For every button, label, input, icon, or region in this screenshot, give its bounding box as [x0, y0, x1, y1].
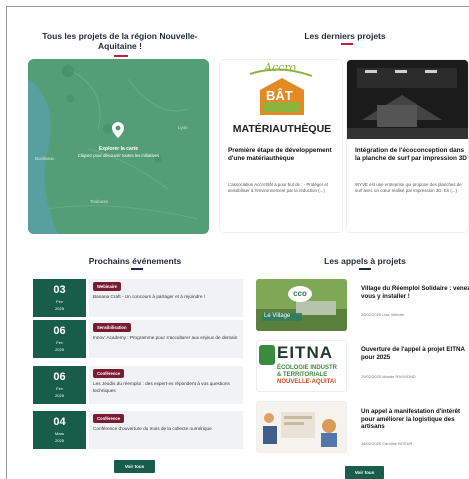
event-badge: Conférence [93, 369, 125, 378]
logo-text: MATÉRIAUTHÈQUE [232, 123, 332, 135]
event-title[interactable]: Les Jeudis du réemploi : des expert·es r… [93, 381, 239, 394]
project-card[interactable]: Accro BÂT MATÉRIAUTHÈQUE Première étape … [219, 59, 343, 233]
call-meta: 29/02/2025 Maude RAYMOND [361, 374, 416, 379]
event-title[interactable]: Banana Craft - Un concours à partager et… [93, 294, 239, 301]
eitna-subtitle-1: ÉCOLOGIE INDUSTR [277, 365, 338, 371]
call-item[interactable]: Un appel à manifestation d'intérêt pour … [256, 401, 469, 453]
call-title[interactable]: Ouverture de l'appel à projet EITNA pour… [361, 346, 469, 361]
event-item[interactable]: 06 Fev 2025 Conférence Les Jeudis du rée… [33, 366, 243, 404]
event-month: Mars [55, 431, 64, 436]
event-body[interactable]: Conférence Conférence d'ouverture du moi… [89, 411, 243, 449]
title-underline [114, 55, 128, 57]
events-see-all-button[interactable]: Voir tous [114, 460, 155, 473]
logo-main: BÂT [266, 88, 293, 103]
call-title[interactable]: Village du Réemploi Solidaire : venez vo… [361, 285, 469, 300]
event-date: 04 Mars 2025 [33, 411, 86, 449]
event-badge: Webinaire [93, 282, 121, 291]
project-image: Accro BÂT MATÉRIAUTHÈQUE [220, 60, 342, 139]
event-date: 03 Fev 2025 [33, 279, 86, 317]
map-place-label: Lyon [178, 125, 188, 130]
title-underline [341, 43, 353, 45]
event-day: 03 [53, 284, 66, 296]
event-body[interactable]: Webinaire Banana Craft - Un concours à p… [89, 279, 243, 317]
event-title[interactable]: Conférence d'ouverture du mois de la col… [93, 426, 239, 433]
projects-map[interactable]: Bordeaux Toulouse Lyon Explorer la carte… [28, 59, 209, 234]
cco-logo: cco [288, 286, 312, 302]
call-item[interactable]: EITNA ÉCOLOGIE INDUSTR & TERRITORIALE NO… [256, 340, 469, 392]
section-title-events: Prochains événements [88, 256, 182, 266]
section-title-latest-projects: Les derniers projets [304, 31, 386, 41]
call-meta: 28/02/2025 Lisa Vetterle [361, 312, 405, 317]
event-day: 04 [53, 416, 66, 428]
map-pin-icon [112, 122, 124, 138]
map-cta-subtitle: Cliquez pour découvrir toutes les initia… [77, 153, 160, 158]
event-body[interactable]: Sensibilisation Innov' Academy : Program… [89, 320, 243, 358]
project-title[interactable]: Première étape de développement d'une ma… [228, 147, 340, 163]
section-title-projects-map: Tous les projets de la région Nouvelle-A… [42, 31, 198, 51]
eitna-subtitle-3: NOUVELLE-AQUITAI [277, 379, 336, 385]
event-day: 06 [53, 325, 66, 337]
event-body[interactable]: Conférence Les Jeudis du réemploi : des … [89, 366, 243, 404]
call-image [256, 401, 347, 453]
project-description: L'association Accro'Bât a pour but de : … [228, 182, 329, 193]
project-image [347, 60, 468, 139]
event-item[interactable]: 03 Fev 2025 Webinaire Banana Craft - Un … [33, 279, 243, 317]
event-year: 2025 [55, 306, 64, 311]
project-description: WYVE est une entreprise qui propose des … [355, 182, 462, 193]
eitna-logo-text: EITNA [277, 343, 333, 362]
workshop-photo [347, 60, 468, 139]
section-title-calls: Les appels à projets [324, 256, 406, 266]
eitna-logo-icon [259, 345, 275, 365]
image-caption: Le Village [264, 313, 291, 319]
project-title[interactable]: Intégration de l'écoconception dans la p… [355, 147, 467, 163]
title-underline [359, 268, 371, 270]
eitna-subtitle-2: & TERRITORIALE [277, 372, 328, 378]
artisans-illustration [257, 402, 346, 452]
event-year: 2025 [55, 438, 64, 443]
event-month: Fev [56, 340, 63, 345]
calls-see-all-button[interactable]: Voir tous [345, 466, 384, 479]
event-day: 06 [53, 371, 66, 383]
map-cta-title: Explorer la carte [98, 146, 139, 152]
event-year: 2025 [55, 347, 64, 352]
call-image: EITNA ÉCOLOGIE INDUSTR & TERRITORIALE NO… [256, 340, 347, 392]
call-item[interactable]: cco Le Village Village du Réemploi Solid… [256, 279, 469, 331]
event-item[interactable]: 04 Mars 2025 Conférence Conférence d'ouv… [33, 411, 243, 449]
event-date: 06 Fev 2025 [33, 320, 86, 358]
event-title[interactable]: Innov' Academy : Programme pour s'accult… [93, 335, 239, 342]
event-badge: Conférence [93, 414, 125, 423]
map-place-label: Toulouse [90, 199, 109, 204]
call-title[interactable]: Un appel à manifestation d'intérêt pour … [361, 408, 469, 431]
title-underline [131, 268, 143, 270]
call-meta: 18/02/2025 Caroline BOSUR [361, 441, 413, 446]
logo-script: Accro [264, 61, 297, 74]
project-card[interactable]: Intégration de l'écoconception dans la p… [346, 59, 469, 233]
event-year: 2025 [55, 393, 64, 398]
event-month: Fev [56, 386, 63, 391]
event-badge: Sensibilisation [93, 323, 131, 332]
event-date: 06 Fev 2025 [33, 366, 86, 404]
event-item[interactable]: 06 Fev 2025 Sensibilisation Innov' Acade… [33, 320, 243, 358]
event-month: Fev [56, 299, 63, 304]
call-image: cco Le Village [256, 279, 347, 331]
